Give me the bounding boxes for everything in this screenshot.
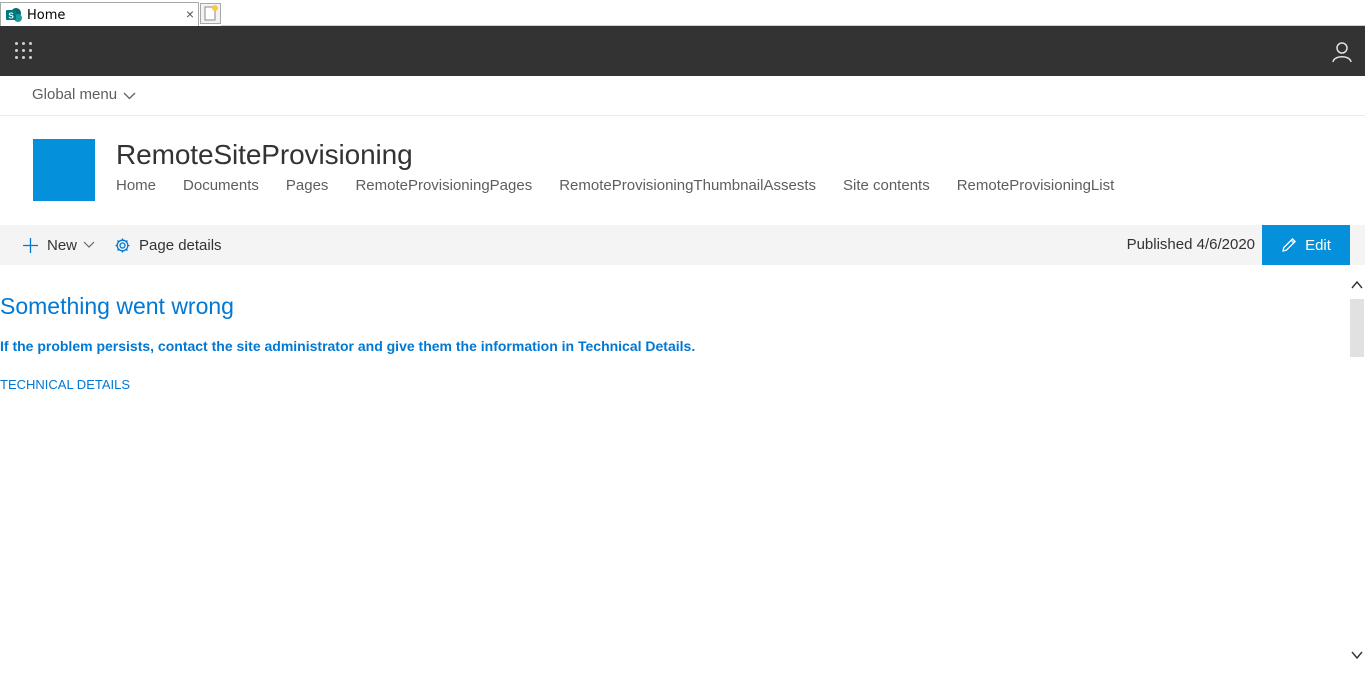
nav-item-site-contents[interactable]: Site contents: [843, 177, 930, 194]
chevron-down-icon: [83, 241, 95, 248]
sharepoint-icon: S: [6, 8, 22, 22]
nav-item-remote-provisioning-thumbnail-assets[interactable]: RemoteProvisioningThumbnailAssests: [559, 177, 816, 194]
global-menu-label: Global menu: [32, 86, 118, 103]
site-logo[interactable]: [33, 139, 95, 201]
scrollbar-thumb[interactable]: [1350, 299, 1364, 357]
plus-icon: [23, 237, 38, 253]
new-button[interactable]: New: [22, 234, 95, 256]
scroll-down-arrow-icon[interactable]: [1350, 648, 1364, 662]
new-page-icon: [204, 5, 218, 21]
command-bar: New Page details Published 4/6/2020 Edit: [0, 225, 1365, 265]
svg-text:S: S: [8, 12, 14, 21]
scroll-up-arrow-icon[interactable]: [1350, 278, 1364, 292]
gear-icon: [115, 238, 130, 252]
nav-item-pages[interactable]: Pages: [286, 177, 329, 194]
edit-button[interactable]: Edit: [1262, 225, 1350, 265]
chevron-down-icon: [123, 92, 136, 99]
nav-item-documents[interactable]: Documents: [183, 177, 259, 194]
global-navigation: Global menu: [0, 76, 1365, 116]
browser-tab-strip: S Home ×: [0, 0, 1365, 26]
error-message: If the problem persists, contact the sit…: [0, 338, 696, 354]
nav-item-remote-provisioning-pages[interactable]: RemoteProvisioningPages: [355, 177, 532, 194]
browser-tab-title: Home: [27, 8, 66, 23]
site-navigation: Home Documents Pages RemoteProvisioningP…: [116, 177, 1141, 194]
technical-details-link[interactable]: TECHNICAL DETAILS: [0, 377, 130, 392]
error-title: Something went wrong: [0, 293, 234, 319]
published-status: Published 4/6/2020: [1126, 236, 1255, 253]
suite-bar: [0, 26, 1365, 76]
new-tab-button[interactable]: [200, 3, 221, 24]
new-button-label: New: [47, 236, 78, 254]
nav-item-home[interactable]: Home: [116, 177, 156, 194]
browser-tab-home[interactable]: S Home ×: [0, 2, 199, 26]
site-title[interactable]: RemoteSiteProvisioning: [116, 139, 413, 171]
global-menu-button[interactable]: Global menu: [32, 86, 136, 103]
page-details-button[interactable]: Page details: [114, 234, 222, 256]
page-details-label: Page details: [139, 236, 222, 254]
pencil-icon: [1282, 237, 1297, 252]
close-tab-icon[interactable]: ×: [186, 6, 194, 22]
account-icon[interactable]: [1331, 41, 1353, 63]
app-launcher-icon[interactable]: [15, 42, 33, 60]
nav-item-remote-provisioning-list[interactable]: RemoteProvisioningList: [957, 177, 1115, 194]
edit-button-label: Edit: [1305, 236, 1331, 254]
